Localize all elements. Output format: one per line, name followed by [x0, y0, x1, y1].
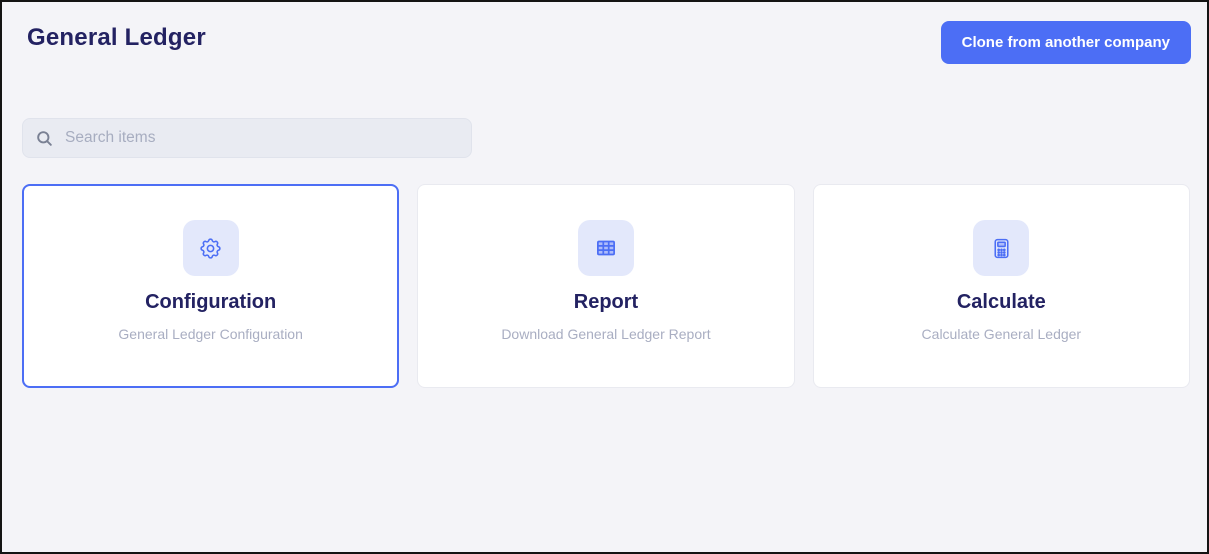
- search-box[interactable]: [22, 118, 472, 158]
- card-subtitle: Download General Ledger Report: [501, 326, 711, 342]
- card-title: Report: [573, 291, 639, 313]
- card-subtitle: Calculate General Ledger: [921, 326, 1082, 342]
- calculator-icon: [973, 220, 1030, 276]
- general-ledger-page: { "header": { "title": "General Ledger",…: [0, 0, 1209, 554]
- card-subtitle: General Ledger Configuration: [118, 326, 303, 342]
- search-icon: [35, 129, 54, 148]
- card-title: Calculate: [956, 291, 1046, 313]
- page-title: General Ledger: [27, 24, 206, 51]
- card-calculate[interactable]: Calculate Calculate General Ledger: [812, 184, 1190, 388]
- gear-icon: [182, 220, 239, 276]
- header: General Ledger Clone from another compan…: [2, 2, 1207, 64]
- table-icon: [577, 220, 634, 276]
- clone-from-another-company-button[interactable]: Clone from another company: [940, 21, 1191, 64]
- card-title: Configuration: [145, 291, 277, 313]
- search-input[interactable]: [63, 128, 459, 148]
- card-configuration[interactable]: Configuration General Ledger Configurati…: [22, 184, 400, 388]
- action-cards: Configuration General Ledger Configurati…: [22, 184, 1190, 388]
- card-report[interactable]: Report Download General Ledger Report: [417, 184, 795, 388]
